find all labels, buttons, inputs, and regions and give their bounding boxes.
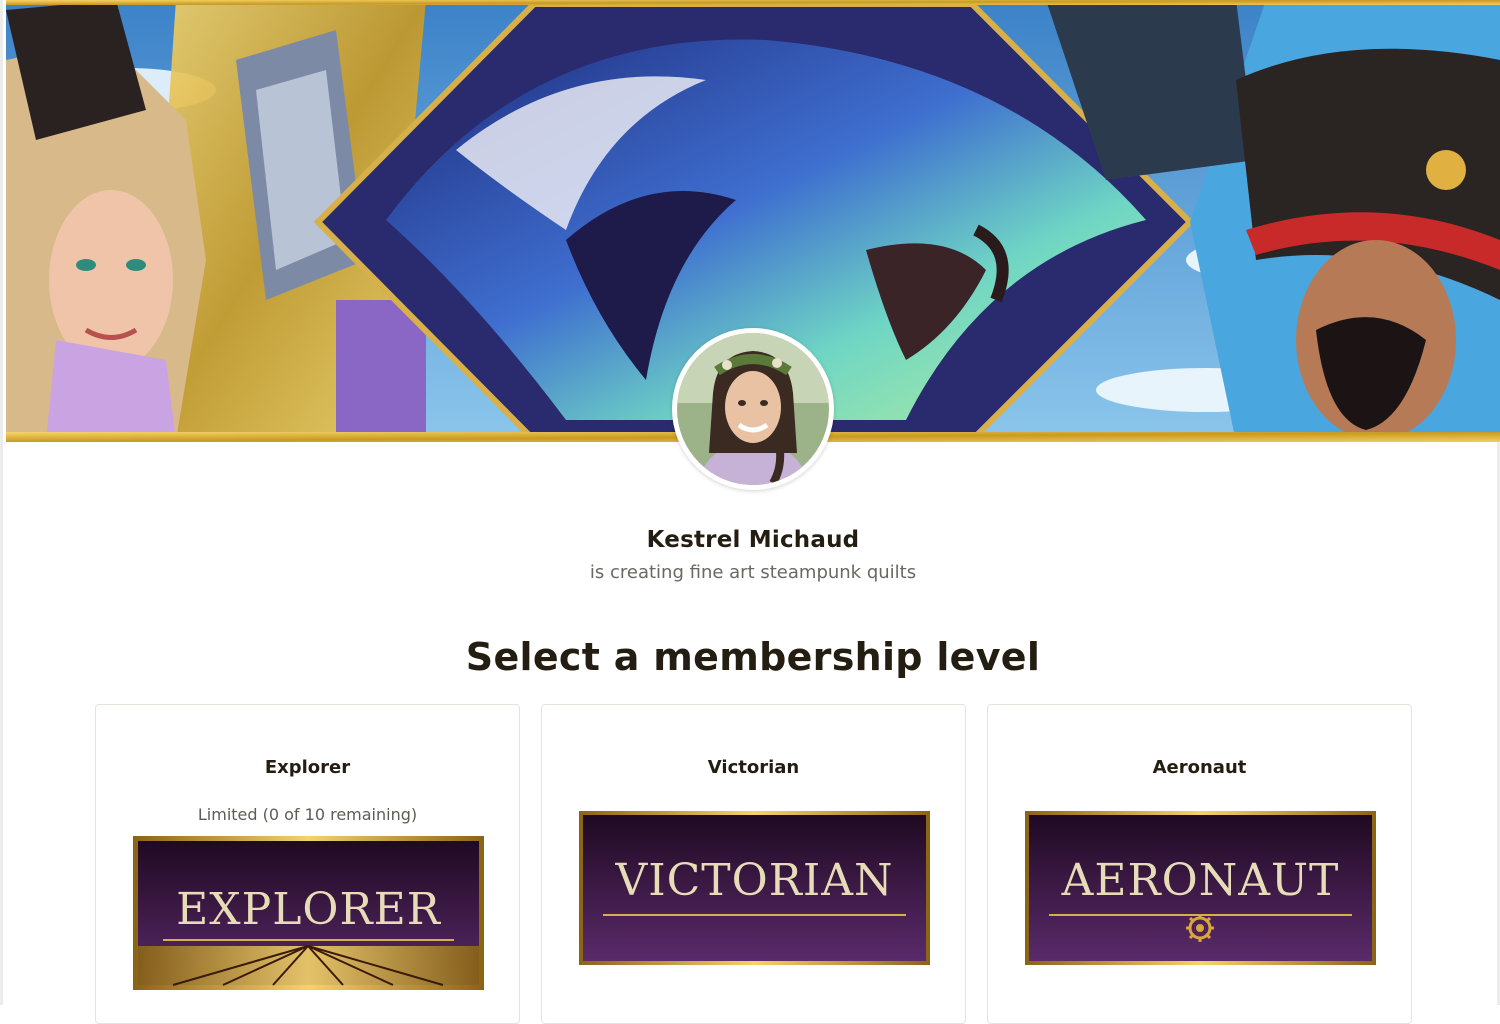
tier-image-aeronaut: AERONAUT	[1025, 811, 1376, 965]
tier-title: Victorian	[707, 757, 800, 778]
tier-image-explorer: EXPLORER	[133, 836, 484, 990]
tier-limit-text: Limited (0 of 10 remaining)	[197, 805, 418, 824]
tier-image-victorian: VICTORIAN	[579, 811, 930, 965]
tier-image-label: AERONAUT	[1061, 855, 1340, 906]
tier-title: Explorer	[264, 757, 351, 778]
tier-title: Aeronaut	[1152, 757, 1247, 778]
page-heading: Select a membership level	[465, 635, 1041, 679]
creator-name[interactable]: Kestrel Michaud	[3, 527, 1500, 553]
creator-avatar[interactable]	[672, 328, 834, 490]
tier-card-aeronaut[interactable]: Aeronaut AERONAUT	[987, 704, 1412, 1024]
membership-page: Kestrel Michaud is creating fine art ste…	[0, 0, 1500, 1024]
creator-portrait-photo	[677, 333, 829, 485]
gear-icon	[1186, 914, 1214, 942]
tier-card-victorian[interactable]: Victorian VICTORIAN	[541, 704, 966, 1024]
creator-tagline: is creating fine art steampunk quilts	[589, 562, 917, 583]
tier-card-explorer[interactable]: Explorer Limited (0 of 10 remaining) EXP…	[95, 704, 520, 1024]
tier-image-label: VICTORIAN	[615, 855, 894, 906]
tier-image-label: EXPLORER	[176, 884, 441, 935]
